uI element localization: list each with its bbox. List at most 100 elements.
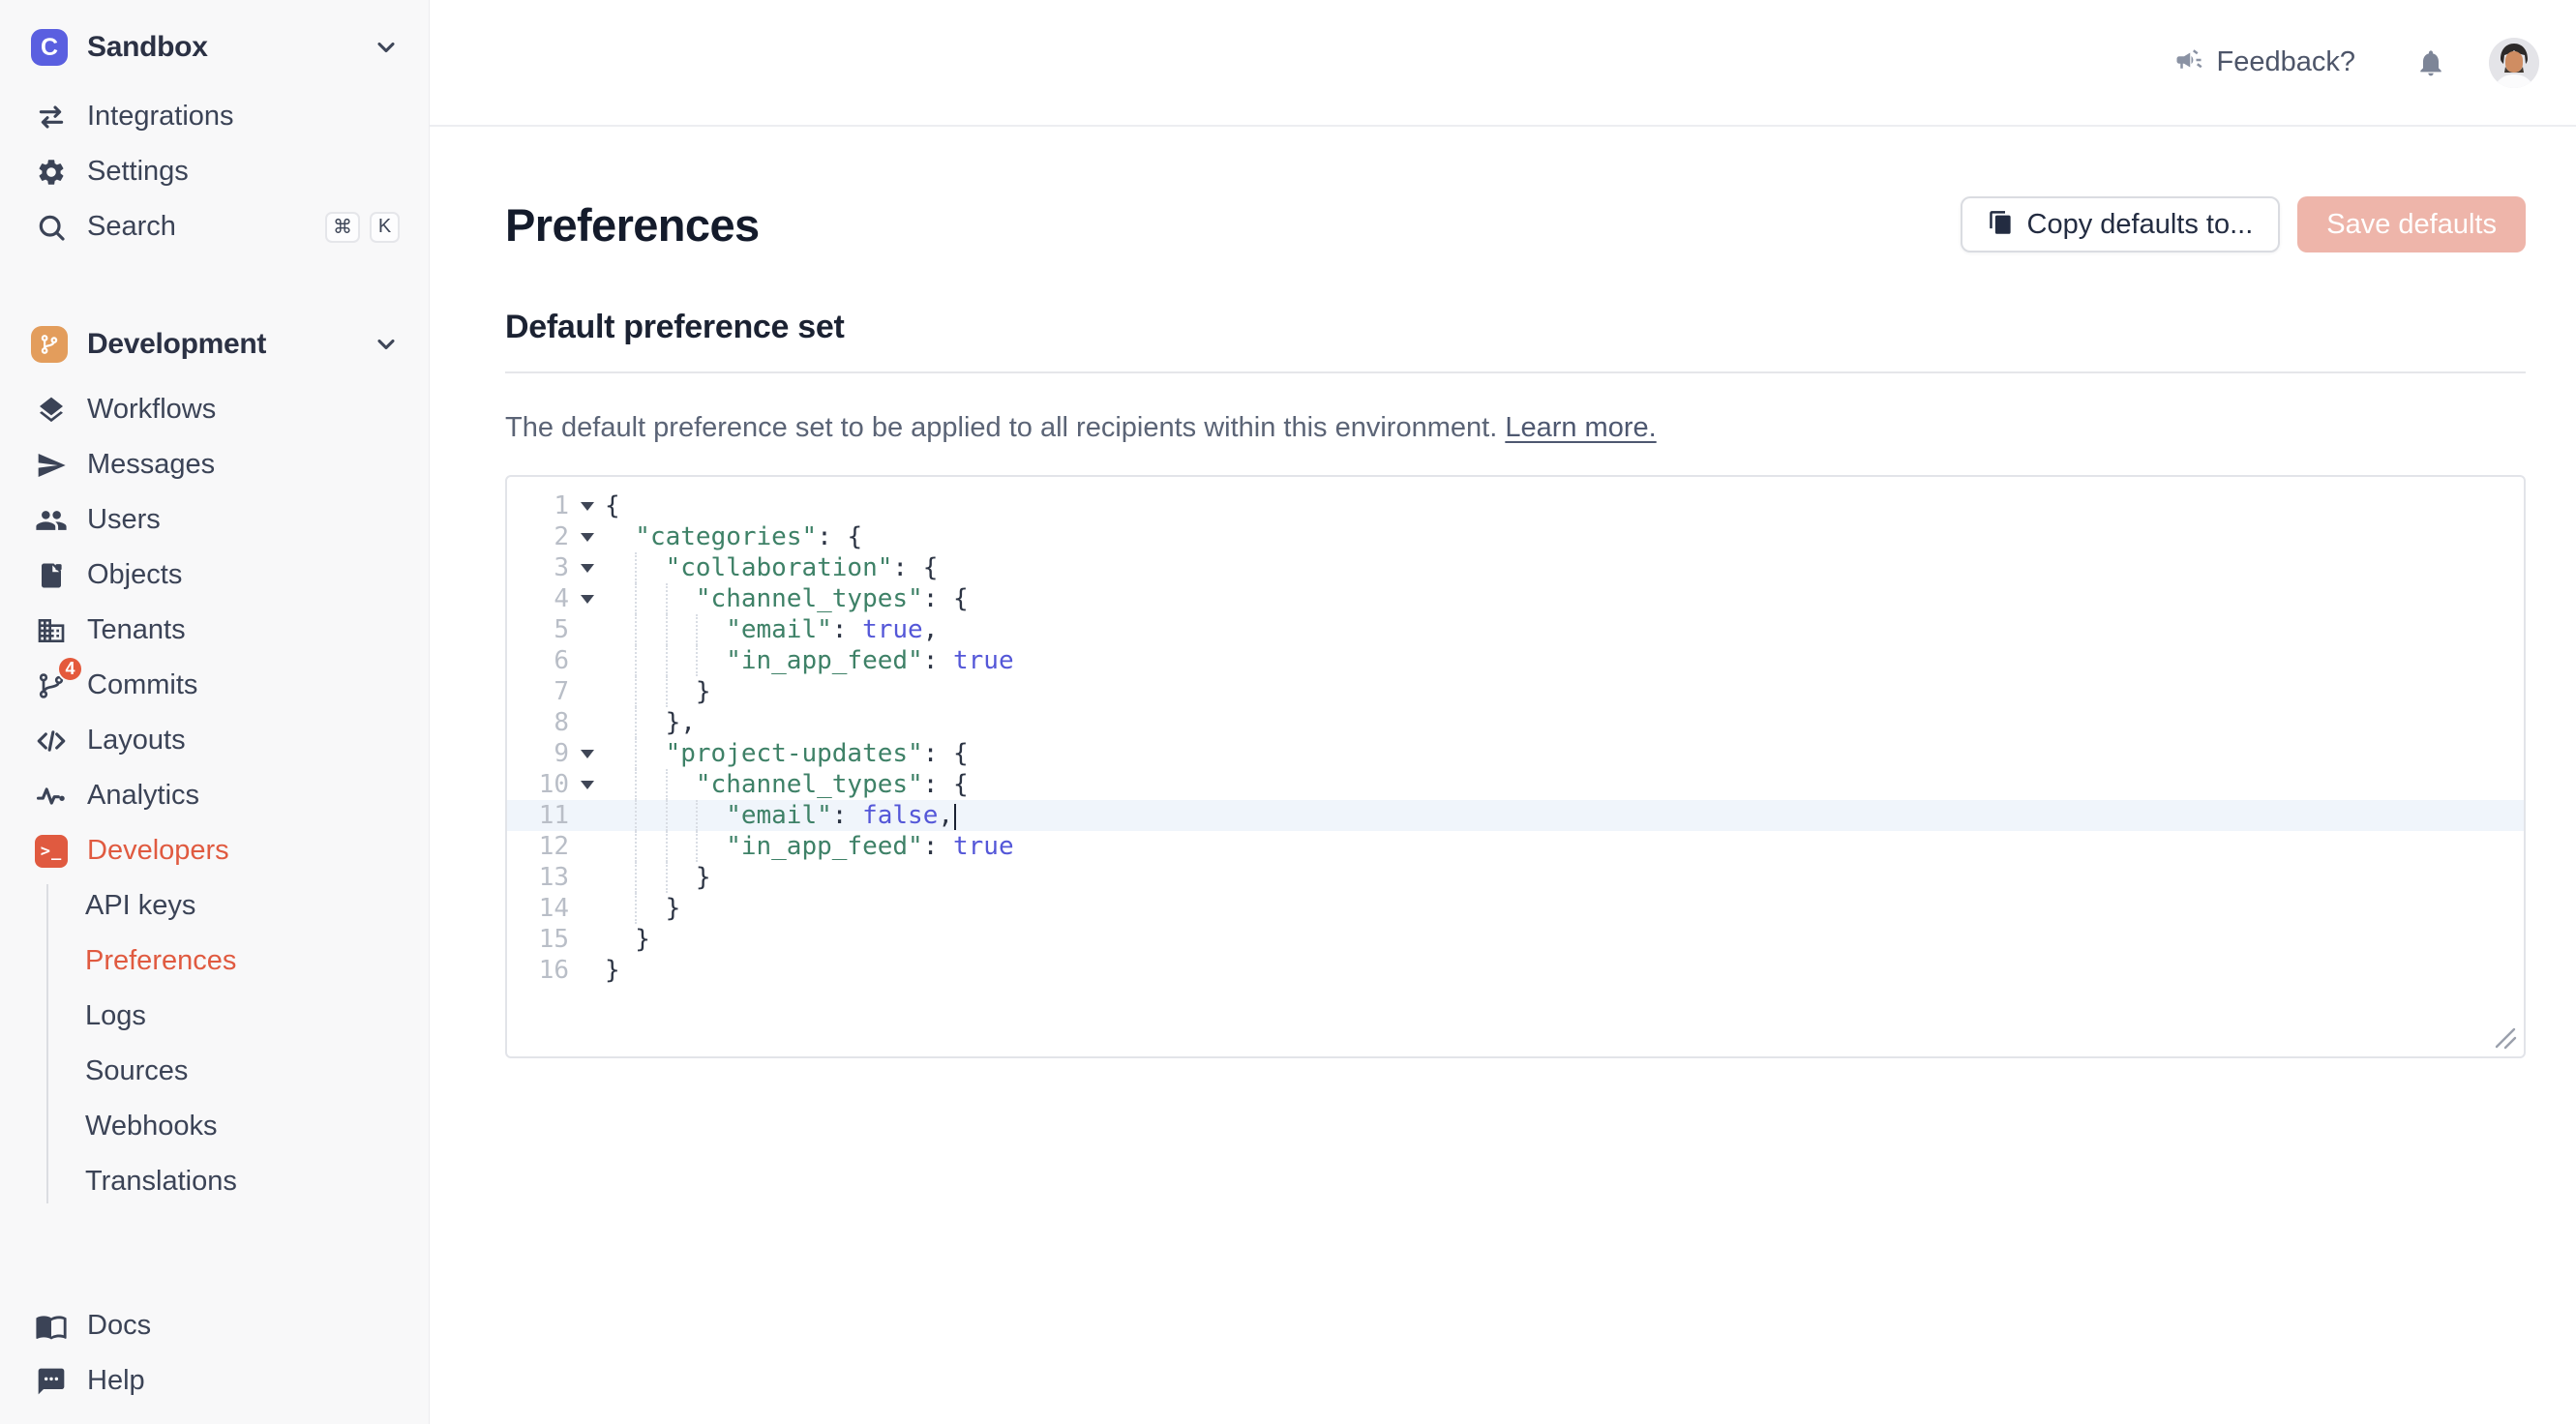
sidebar-item-commits[interactable]: 4Commits [0, 658, 429, 713]
megaphone-icon [2174, 45, 2203, 79]
sidebar-subitem-sources[interactable]: Sources [0, 1044, 429, 1099]
editor-line-14[interactable]: 14 } [507, 893, 2524, 924]
sidebar-item-users[interactable]: Users [0, 492, 429, 548]
fold-gutter [569, 893, 605, 924]
sidebar-item-developers[interactable]: >_Developers [0, 823, 429, 878]
editor-line-6[interactable]: 6 "in_app_feed": true [507, 645, 2524, 676]
developers-subnav: API keysPreferences Logs Sources Webhooks Tr… [0, 878, 429, 1209]
sidebar-item-label: Objects [87, 559, 182, 591]
sidebar-item-settings[interactable]: Settings [0, 144, 429, 199]
save-defaults-button[interactable]: Save defaults [2297, 196, 2526, 252]
save-defaults-label: Save defaults [2326, 209, 2497, 241]
sidebar-subitem-translations[interactable]: Translations [0, 1154, 429, 1209]
editor-line-13[interactable]: 13 } [507, 862, 2524, 893]
copy-defaults-label: Copy defaults to... [2027, 209, 2254, 241]
app-window: C Sandbox Integrations SettingsSearch⌘K D… [0, 0, 2576, 1424]
settings-icon [33, 154, 70, 191]
sidebar-item-label: Docs [87, 1310, 151, 1342]
sidebar-item-label: Logs [85, 1000, 146, 1032]
sidebar-subitem-api-keys[interactable]: API keys [0, 878, 429, 934]
copy-defaults-button[interactable]: Copy defaults to... [1961, 196, 2281, 252]
messages-icon [33, 447, 70, 484]
fold-arrow-icon[interactable] [569, 583, 605, 614]
editor-line-1[interactable]: 1{ [507, 490, 2524, 521]
sidebar: C Sandbox Integrations SettingsSearch⌘K D… [0, 0, 430, 1424]
code-text: "email": true, [605, 614, 938, 645]
sidebar-item-search[interactable]: Search⌘K [0, 199, 429, 254]
keycap: ⌘ [325, 212, 360, 243]
fold-arrow-icon[interactable] [569, 769, 605, 800]
analytics-icon [33, 778, 70, 815]
sidebar-item-label: Translations [85, 1166, 237, 1198]
environment-switcher[interactable]: Development [31, 326, 400, 363]
line-number: 4 [507, 583, 569, 614]
feedback-button[interactable]: Feedback? [2174, 45, 2356, 79]
editor-line-4[interactable]: 4 "channel_types": { [507, 583, 2524, 614]
chevron-down-icon [373, 34, 400, 61]
line-number: 16 [507, 955, 569, 986]
sidebar-subitem-logs[interactable]: Logs [0, 989, 429, 1044]
line-number: 9 [507, 738, 569, 769]
editor-line-7[interactable]: 7 } [507, 676, 2524, 707]
workspace-switcher[interactable]: C Sandbox [31, 29, 400, 66]
sidebar-item-label: Developers [87, 835, 229, 867]
code-text: "collaboration": { [605, 552, 938, 583]
fold-arrow-icon[interactable] [569, 490, 605, 521]
sidebar-item-label: Commits [87, 669, 197, 701]
line-number: 10 [507, 769, 569, 800]
line-number: 1 [507, 490, 569, 521]
sidebar-item-tenants[interactable]: Tenants [0, 603, 429, 658]
search-icon [33, 209, 70, 246]
json-editor[interactable]: 1{2 "categories": {3 "collaboration": {4… [505, 475, 2526, 1058]
fold-arrow-icon[interactable] [569, 521, 605, 552]
editor-line-3[interactable]: 3 "collaboration": { [507, 552, 2524, 583]
description-text: The default preference set to be applied… [505, 412, 1497, 443]
fold-arrow-icon[interactable] [569, 552, 605, 583]
line-number: 5 [507, 614, 569, 645]
section-title: Default preference set [505, 309, 2526, 346]
editor-line-10[interactable]: 10 "channel_types": { [507, 769, 2524, 800]
editor-line-15[interactable]: 15 } [507, 924, 2524, 955]
code-text: } [605, 676, 711, 707]
fold-arrow-icon[interactable] [569, 738, 605, 769]
line-number: 6 [507, 645, 569, 676]
sidebar-item-label: Integrations [87, 101, 234, 133]
code-text: "in_app_feed": true [605, 831, 1014, 862]
editor-line-8[interactable]: 8 }, [507, 707, 2524, 738]
sidebar-item-workflows[interactable]: Workflows [0, 382, 429, 437]
editor-line-12[interactable]: 12 "in_app_feed": true [507, 831, 2524, 862]
code-text: "channel_types": { [605, 583, 969, 614]
sidebar-item-objects[interactable]: Objects [0, 548, 429, 603]
code-text: } [605, 955, 620, 986]
sidebar-subitem-webhooks[interactable]: Webhooks [0, 1099, 429, 1154]
editor-line-16[interactable]: 16} [507, 955, 2524, 986]
sidebar-environment-nav: WorkflowsMessagesUsers Objects Tenants4Com… [0, 382, 429, 878]
fold-gutter [569, 831, 605, 862]
chevron-down-icon [581, 781, 594, 789]
sidebar-item-label: Sources [85, 1055, 188, 1087]
sidebar-item-messages[interactable]: Messages [0, 437, 429, 492]
sidebar-subitem-preferences[interactable]: Preferences [0, 934, 429, 989]
editor-line-9[interactable]: 9 "project-updates": { [507, 738, 2524, 769]
copy-icon [1988, 210, 2014, 239]
sidebar-item-integrations[interactable]: Integrations [0, 89, 429, 144]
editor-line-2[interactable]: 2 "categories": { [507, 521, 2524, 552]
notifications-bell-icon[interactable] [2415, 47, 2446, 78]
editor-line-11[interactable]: 11 "email": false, [507, 800, 2524, 831]
commits-count-badge: 4 [57, 656, 83, 682]
sidebar-item-help[interactable]: Help [0, 1353, 429, 1409]
sidebar-item-layouts[interactable]: Layouts [0, 713, 429, 768]
workspace-name: Sandbox [87, 31, 208, 64]
resize-grip-icon[interactable] [2489, 1022, 2518, 1051]
line-number: 14 [507, 893, 569, 924]
editor-line-5[interactable]: 5 "email": true, [507, 614, 2524, 645]
user-avatar[interactable] [2489, 38, 2539, 88]
sidebar-item-analytics[interactable]: Analytics [0, 768, 429, 823]
sidebar-item-label: Layouts [87, 725, 186, 756]
topbar: Feedback? [430, 0, 2576, 127]
learn-more-link[interactable]: Learn more. [1505, 412, 1656, 443]
help-icon [33, 1363, 70, 1400]
sidebar-item-docs[interactable]: Docs [0, 1298, 429, 1353]
sidebar-item-label: Help [87, 1365, 145, 1397]
page-content: Preferences Copy defaults to... Save def… [430, 127, 2576, 1424]
